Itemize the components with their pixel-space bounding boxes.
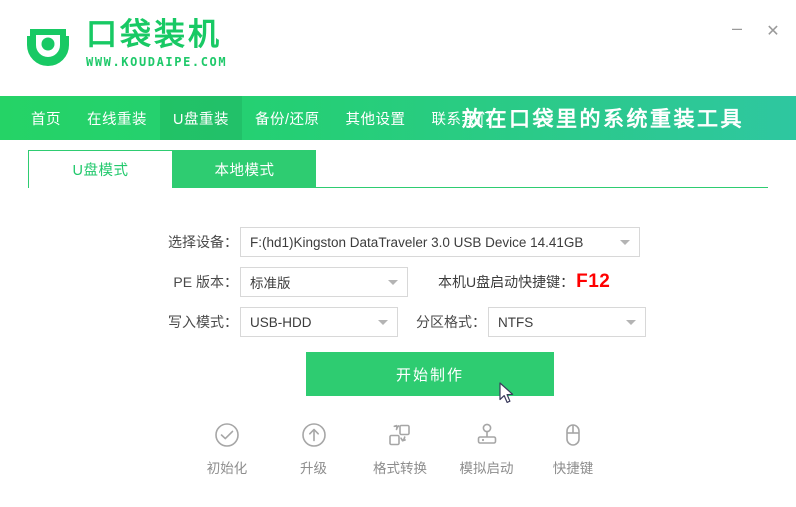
write-mode-select-value: USB-HDD bbox=[250, 314, 312, 330]
chevron-down-icon bbox=[626, 320, 636, 325]
write-mode-label: 写入模式： bbox=[168, 314, 238, 330]
device-select-value: F:(hd1)Kingston DataTraveler 3.0 USB Dev… bbox=[250, 234, 584, 250]
check-circle-icon bbox=[212, 420, 242, 450]
nav-item-list: 首页 在线重装 U盘重装 备份/还原 其他设置 联系我们 bbox=[18, 96, 505, 140]
tool-format-convert-label: 格式转换 bbox=[373, 461, 427, 476]
tool-upgrade-label: 升级 bbox=[300, 461, 327, 476]
nav-item-other-settings[interactable]: 其他设置 bbox=[333, 96, 419, 140]
joystick-icon bbox=[472, 420, 502, 450]
pe-version-select-value: 标准版 bbox=[250, 276, 291, 291]
shield-dot-icon bbox=[20, 16, 76, 72]
pe-version-label: PE 版本： bbox=[173, 274, 238, 290]
tool-upgrade[interactable]: 升级 bbox=[277, 420, 351, 477]
pe-version-row: PE 版本： 标准版 本机U盘启动快捷键： F12 bbox=[0, 262, 796, 302]
main-navigation: 首页 在线重装 U盘重装 备份/还原 其他设置 联系我们 放在口袋里的系统重装工… bbox=[0, 96, 796, 140]
chevron-down-icon bbox=[388, 280, 398, 285]
close-button[interactable]: ✕ bbox=[758, 18, 788, 46]
nav-item-online-reinstall[interactable]: 在线重装 bbox=[74, 96, 160, 140]
nav-item-home[interactable]: 首页 bbox=[18, 96, 74, 140]
tab-usb-mode[interactable]: U盘模式 bbox=[28, 150, 173, 188]
tool-shortcuts: 初始化 升级 格式转换 模拟启动 快捷键 bbox=[190, 420, 610, 477]
convert-squares-icon bbox=[385, 420, 415, 450]
brand-logo: 口袋装机 WWW.KOUDAIPE.COM bbox=[20, 16, 227, 72]
pe-version-select[interactable]: 标准版 bbox=[240, 267, 408, 297]
tool-simulate-boot[interactable]: 模拟启动 bbox=[450, 420, 524, 477]
tool-simulate-boot-label: 模拟启动 bbox=[459, 461, 514, 476]
nav-slogan: 放在口袋里的系统重装工具 bbox=[462, 108, 744, 131]
mouse-icon bbox=[558, 420, 588, 450]
brand-title: 口袋装机 bbox=[86, 17, 222, 53]
tool-initialize-label: 初始化 bbox=[206, 461, 248, 476]
start-make-button[interactable]: 开始制作 bbox=[306, 352, 554, 396]
tool-hotkey[interactable]: 快捷键 bbox=[536, 420, 610, 477]
tool-initialize[interactable]: 初始化 bbox=[190, 420, 264, 477]
mode-tabs: U盘模式 本地模式 bbox=[0, 150, 796, 190]
minimize-button[interactable]: – bbox=[722, 14, 752, 50]
title-bar: 口袋装机 WWW.KOUDAIPE.COM – ✕ bbox=[0, 0, 796, 96]
arrow-up-circle-icon bbox=[299, 420, 329, 450]
nav-item-backup-restore[interactable]: 备份/还原 bbox=[242, 96, 333, 140]
partition-format-label: 分区格式： bbox=[416, 314, 486, 330]
chevron-down-icon bbox=[620, 240, 630, 245]
chevron-down-icon bbox=[378, 320, 388, 325]
window-controls: – ✕ bbox=[722, 14, 788, 50]
boot-hotkey-label: 本机U盘启动快捷键： bbox=[438, 274, 575, 290]
nav-item-usb-reinstall[interactable]: U盘重装 bbox=[160, 96, 242, 140]
boot-hotkey-value: F12 bbox=[576, 271, 611, 292]
partition-format-select-value: NTFS bbox=[498, 314, 534, 330]
device-select[interactable]: F:(hd1)Kingston DataTraveler 3.0 USB Dev… bbox=[240, 227, 640, 257]
write-mode-row: 写入模式： USB-HDD 分区格式： NTFS bbox=[0, 302, 796, 342]
tool-format-convert[interactable]: 格式转换 bbox=[363, 420, 437, 477]
device-label: 选择设备： bbox=[168, 234, 238, 250]
write-mode-select[interactable]: USB-HDD bbox=[240, 307, 398, 337]
tab-underline bbox=[316, 187, 768, 188]
tab-local-mode[interactable]: 本地模式 bbox=[173, 150, 316, 188]
tool-hotkey-label: 快捷键 bbox=[552, 461, 594, 476]
brand-url: WWW.KOUDAIPE.COM bbox=[86, 55, 228, 69]
partition-format-select[interactable]: NTFS bbox=[488, 307, 646, 337]
device-row: 选择设备： F:(hd1)Kingston DataTraveler 3.0 U… bbox=[0, 222, 796, 262]
boot-hotkey-info: 本机U盘启动快捷键： F12 bbox=[438, 271, 610, 293]
